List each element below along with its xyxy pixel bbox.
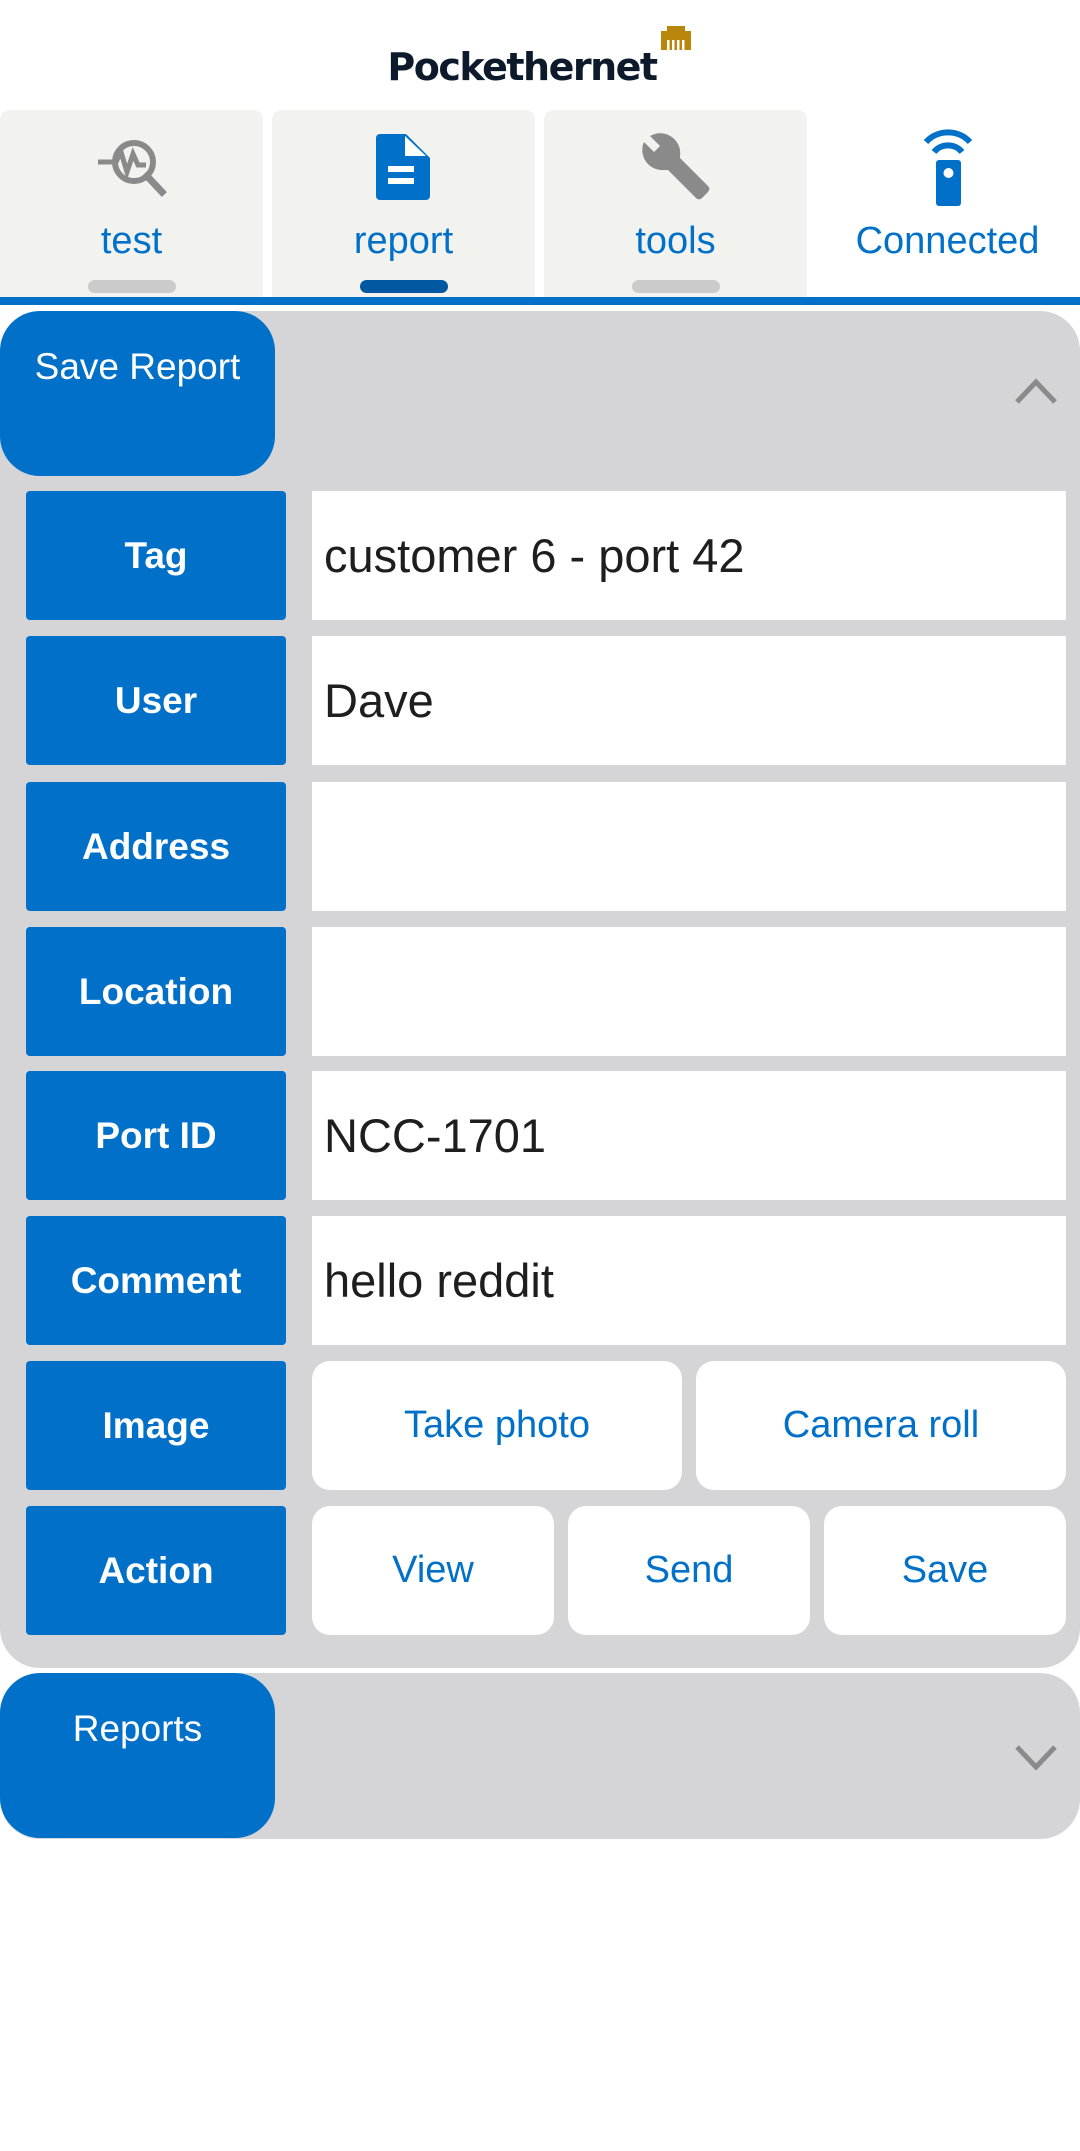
location-input[interactable] [312,927,1066,1056]
field-label: Address [26,782,286,911]
field-label: User [26,636,286,765]
tab-bar-underline [0,297,1080,305]
field-label: Port ID [26,1071,286,1200]
take-photo-button[interactable]: Take photo [312,1361,682,1490]
chevron-down-icon[interactable] [1014,1743,1058,1773]
save-button[interactable]: Save [824,1506,1066,1635]
main-tab-bar: test report tools Connected [0,110,1080,297]
wrench-icon [636,128,716,208]
field-row-image: Image Take photo Camera roll [26,1361,1066,1490]
user-input[interactable]: Dave [312,636,1066,765]
tab-report[interactable]: report [272,110,535,297]
port-id-input[interactable]: NCC-1701 [312,1071,1066,1200]
field-row-action: Action View Send Save [26,1506,1066,1635]
search-pulse-icon [92,128,172,208]
connection-status[interactable]: Connected [816,110,1079,297]
app-logo: Pockethernet [0,22,1080,92]
remote-signal-icon [908,128,988,208]
tab-test[interactable]: test [0,110,263,297]
tab-label: report [353,220,454,262]
document-icon [364,128,444,208]
save-report-panel: Save Report Tag customer 6 - port 42 Use… [0,311,1080,1668]
chevron-up-icon[interactable] [1014,376,1058,406]
comment-input[interactable]: hello reddit [312,1216,1066,1345]
field-row-comment: Comment hello reddit [26,1216,1066,1345]
tab-label: test [100,220,163,262]
field-row-address: Address [26,782,1066,911]
tab-indicator-active [359,280,448,293]
field-label: Comment [26,1216,286,1345]
send-button[interactable]: Send [568,1506,810,1635]
reports-panel: Reports [0,1673,1080,1839]
field-row-location: Location [26,927,1066,1056]
field-label: Action [26,1506,286,1635]
address-input[interactable] [312,782,1066,911]
field-label: Location [26,927,286,1056]
tab-tools[interactable]: tools [544,110,807,297]
tab-label: tools [635,220,716,262]
tab-indicator [87,280,176,293]
camera-roll-button[interactable]: Camera roll [696,1361,1066,1490]
field-label: Image [26,1361,286,1490]
action-buttons: View Send Save [312,1506,1066,1635]
field-row-port-id: Port ID NCC-1701 [26,1071,1066,1200]
field-row-tag: Tag customer 6 - port 42 [26,491,1066,620]
view-button[interactable]: View [312,1506,554,1635]
save-report-header-button[interactable]: Save Report [0,311,275,476]
tag-input[interactable]: customer 6 - port 42 [312,491,1066,620]
ethernet-port-icon [660,26,691,50]
brand-name: Pockethernet [387,45,658,89]
connection-status-label: Connected [855,220,1040,262]
field-label: Tag [26,491,286,620]
reports-header-button[interactable]: Reports [0,1673,275,1838]
image-buttons: Take photo Camera roll [312,1361,1066,1490]
tab-indicator [631,280,720,293]
field-row-user: User Dave [26,636,1066,765]
